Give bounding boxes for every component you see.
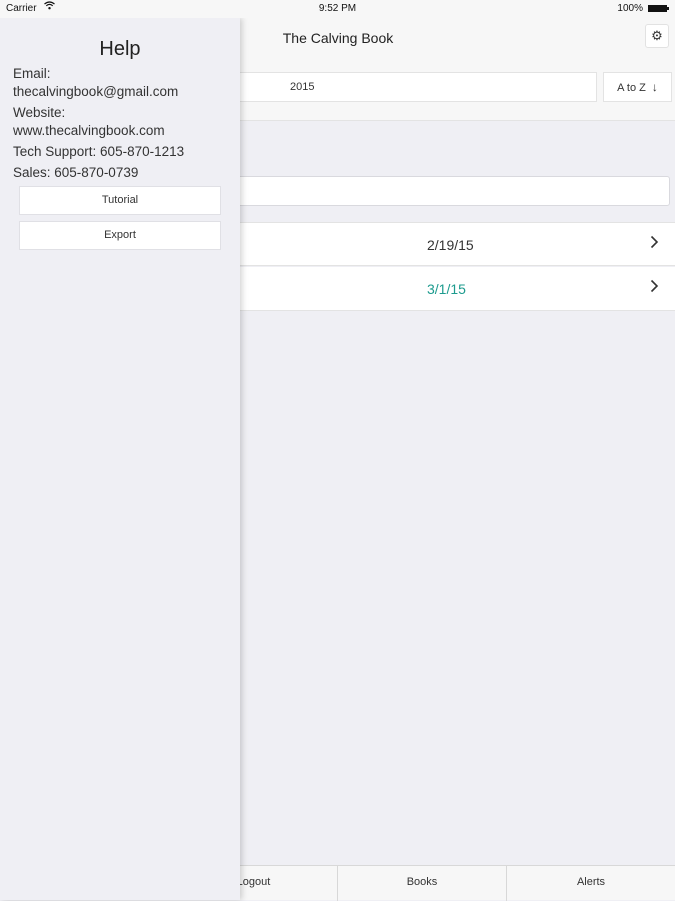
clock-time: 9:52 PM — [318, 3, 357, 14]
list-item[interactable]: 2/19/15 — [240, 222, 675, 266]
page-title: The Calving Book — [282, 30, 394, 46]
tech-support-phone[interactable]: Tech Support: 605-870-1213 — [13, 144, 184, 159]
year-value: 2015 — [290, 81, 315, 93]
tab-books[interactable]: Books — [338, 866, 507, 901]
list-item[interactable]: 3/1/15 — [240, 267, 675, 311]
sales-phone[interactable]: Sales: 605-870-0739 — [13, 165, 138, 180]
website-label: Website: — [13, 105, 66, 120]
email-label: Email: — [13, 66, 51, 81]
sort-button[interactable]: A to Z ↓ — [603, 72, 672, 102]
export-button[interactable]: Export — [19, 221, 221, 250]
website-link[interactable]: www.thecalvingbook.com — [13, 123, 165, 138]
search-input[interactable] — [235, 176, 670, 206]
battery-icon — [648, 5, 669, 12]
chevron-right-icon — [650, 235, 659, 254]
arrow-down-icon: ↓ — [651, 80, 658, 94]
row-date: 2/19/15 — [427, 237, 474, 253]
settings-button[interactable]: ⚙ — [645, 24, 669, 48]
battery-percent: 100% — [617, 3, 643, 14]
chevron-right-icon — [650, 279, 659, 298]
tutorial-button[interactable]: Tutorial — [19, 186, 221, 215]
row-date: 3/1/15 — [427, 281, 466, 297]
tab-alerts[interactable]: Alerts — [507, 866, 675, 901]
sort-label: A to Z — [617, 82, 646, 94]
email-link[interactable]: thecalvingbook@gmail.com — [13, 84, 178, 99]
year-selector[interactable]: 2015 — [235, 72, 597, 102]
help-drawer: Help Email: thecalvingbook@gmail.com Web… — [0, 18, 240, 900]
status-bar: Carrier 9:52 PM 100% — [0, 0, 675, 18]
help-title: Help — [99, 38, 141, 60]
gear-icon: ⚙ — [651, 28, 663, 43]
